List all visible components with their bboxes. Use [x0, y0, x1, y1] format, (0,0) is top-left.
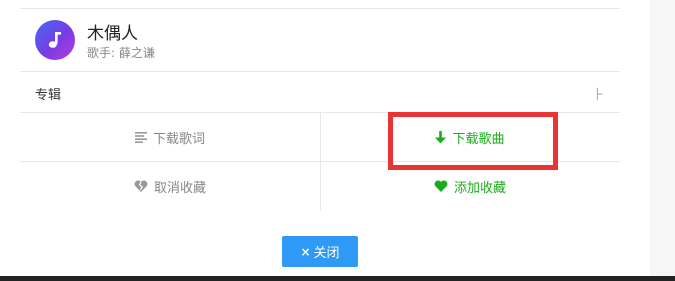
album-row[interactable]: 专辑 ⺊	[20, 72, 620, 112]
music-note-icon	[48, 32, 61, 48]
lyrics-lines-icon	[134, 131, 147, 143]
heart-icon	[434, 180, 448, 192]
song-title: 木偶人	[87, 24, 138, 44]
scrollbar-track	[650, 0, 675, 276]
close-icon: ×	[300, 244, 311, 259]
download-lyrics-label: 下载歌词	[152, 131, 205, 147]
grid-divider	[320, 113, 321, 211]
add-favorite-label: 添加收藏	[453, 180, 506, 196]
close-button[interactable]: × 关闭	[282, 236, 358, 267]
song-info-row: 木偶人 歌手: 薛之谦	[20, 9, 620, 71]
highlight-annotation	[388, 112, 558, 170]
unfavorite-label: 取消收藏	[153, 180, 206, 196]
unfavorite-button[interactable]: 取消收藏	[20, 162, 320, 210]
broken-heart-icon	[134, 180, 148, 192]
album-label: 专辑	[35, 88, 62, 103]
album-arrow-icon: ⺊	[591, 88, 605, 103]
album-cover	[35, 20, 75, 60]
download-lyrics-button[interactable]: 下载歌词	[20, 113, 320, 161]
bottom-edge-bar	[0, 276, 675, 281]
artist-line: 歌手: 薛之谦	[87, 46, 155, 60]
close-label: 关闭	[313, 246, 340, 261]
